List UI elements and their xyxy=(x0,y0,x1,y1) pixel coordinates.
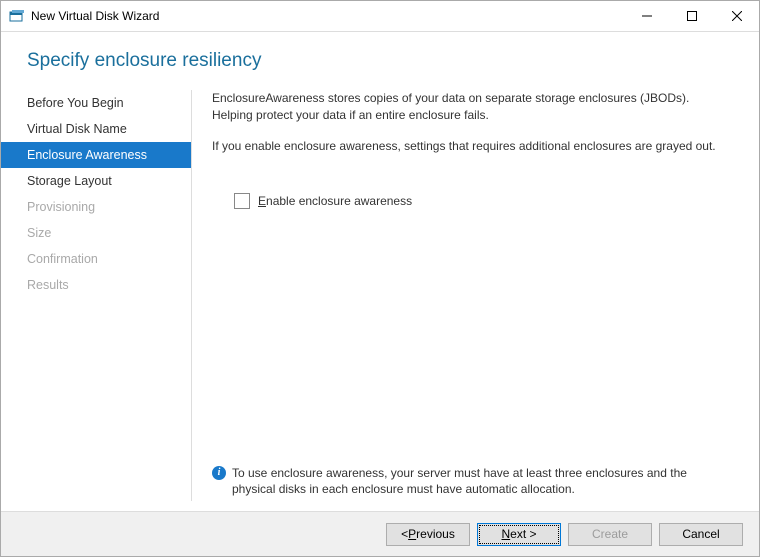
cancel-button[interactable]: Cancel xyxy=(659,523,743,546)
page-title: Specify enclosure resiliency xyxy=(27,50,733,72)
enable-enclosure-label: Enable enclosure awareness xyxy=(258,194,412,208)
info-text: To use enclosure awareness, your server … xyxy=(232,465,731,497)
next-button[interactable]: Next > xyxy=(477,523,561,546)
maximize-button[interactable] xyxy=(669,1,714,31)
wizard-window: New Virtual Disk Wizard Specify enclosur… xyxy=(0,0,760,557)
description-2: If you enable enclosure awareness, setti… xyxy=(212,138,731,155)
wizard-footer: < Previous Next > Create Cancel xyxy=(1,511,759,556)
enable-enclosure-checkbox[interactable] xyxy=(234,193,250,209)
window-controls xyxy=(624,1,759,31)
titlebar: New Virtual Disk Wizard xyxy=(1,1,759,32)
nav-results: Results xyxy=(1,272,191,298)
previous-button[interactable]: < Previous xyxy=(386,523,470,546)
window-title: New Virtual Disk Wizard xyxy=(31,9,624,23)
page-header: Specify enclosure resiliency xyxy=(1,32,759,84)
info-note: i To use enclosure awareness, your serve… xyxy=(212,465,731,497)
minimize-button[interactable] xyxy=(624,1,669,31)
nav-before-you-begin[interactable]: Before You Begin xyxy=(1,90,191,116)
wizard-body: Before You Begin Virtual Disk Name Enclo… xyxy=(1,84,759,511)
nav-provisioning: Provisioning xyxy=(1,194,191,220)
info-icon: i xyxy=(212,466,226,480)
description-1: EnclosureAwareness stores copies of your… xyxy=(212,90,731,124)
nav-virtual-disk-name[interactable]: Virtual Disk Name xyxy=(1,116,191,142)
close-button[interactable] xyxy=(714,1,759,31)
step-nav: Before You Begin Virtual Disk Name Enclo… xyxy=(1,84,191,511)
nav-confirmation: Confirmation xyxy=(1,246,191,272)
create-button: Create xyxy=(568,523,652,546)
nav-enclosure-awareness[interactable]: Enclosure Awareness xyxy=(1,142,191,168)
app-icon xyxy=(9,8,25,24)
content-pane: EnclosureAwareness stores copies of your… xyxy=(192,84,759,511)
nav-storage-layout[interactable]: Storage Layout xyxy=(1,168,191,194)
enable-enclosure-row[interactable]: Enable enclosure awareness xyxy=(234,193,731,209)
nav-size: Size xyxy=(1,220,191,246)
